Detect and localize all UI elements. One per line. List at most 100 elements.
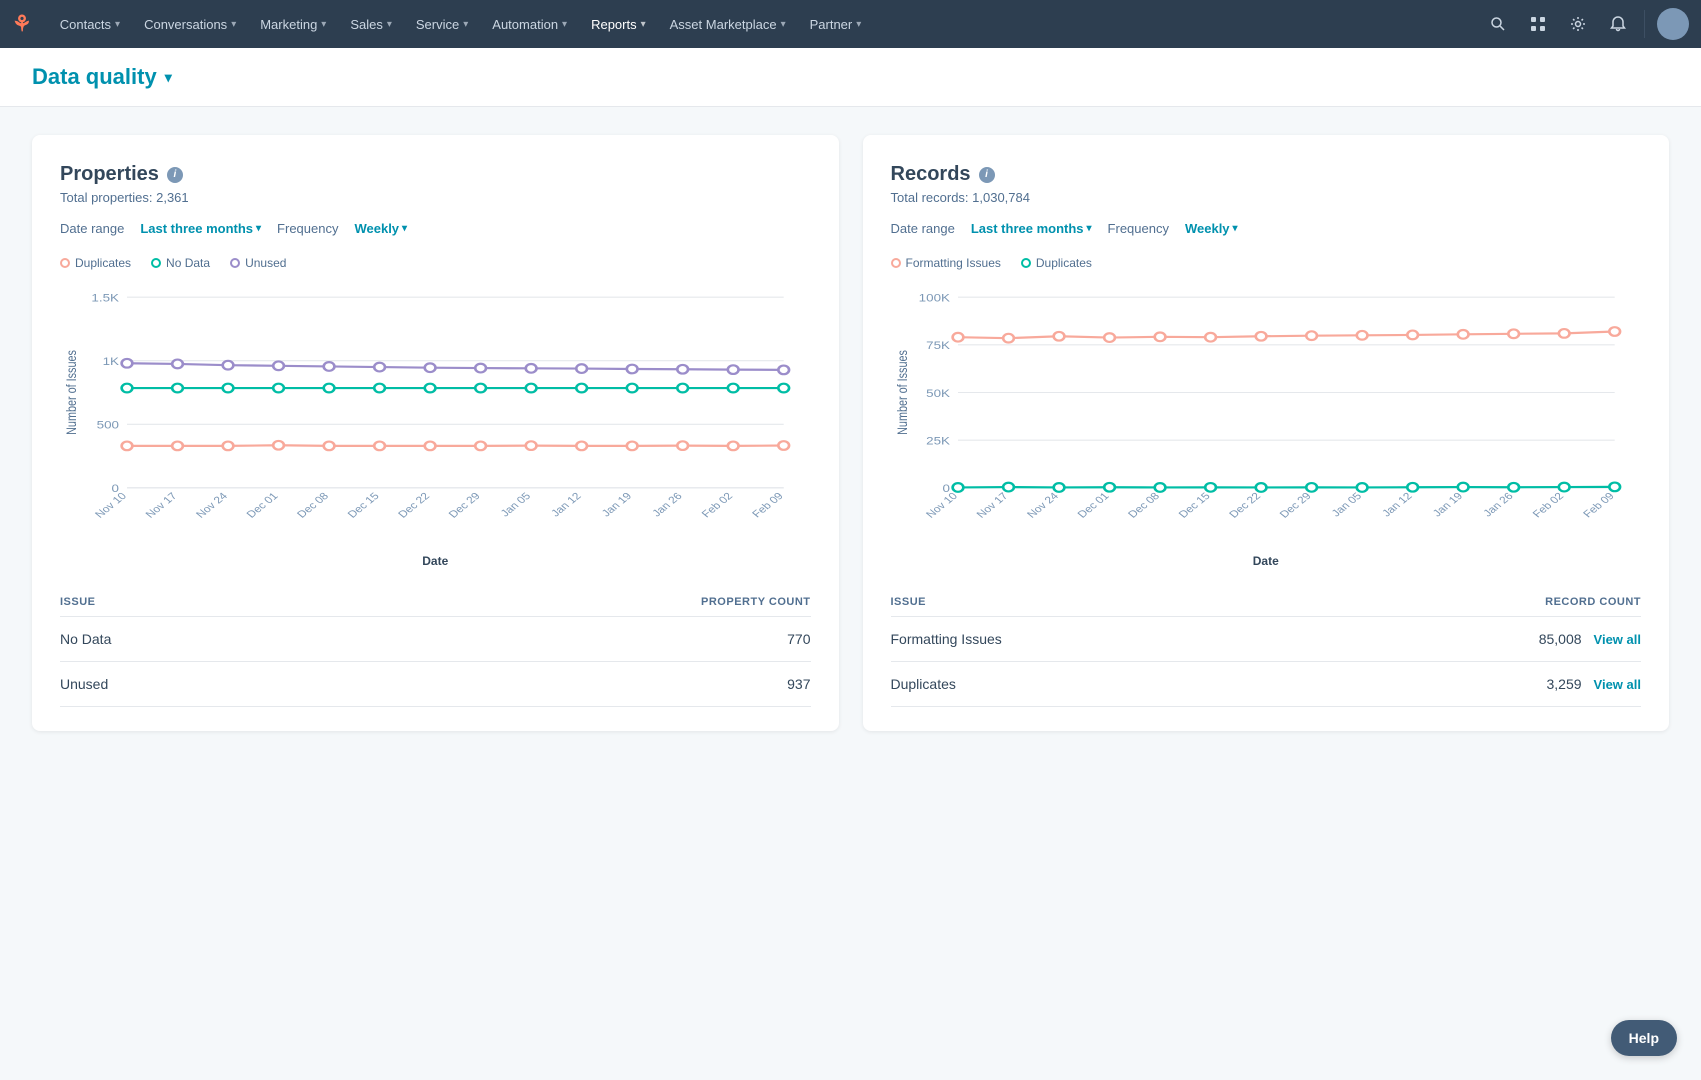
cards-row: Properties i Total properties: 2,361 Dat… [32,135,1669,731]
chevron-down-icon: ▾ [321,19,326,30]
chevron-down-icon: ▾ [387,19,392,30]
svg-text:Number of Issues: Number of Issues [64,350,79,435]
records-chart: 100K75K50K25K0Number of IssuesNov 10Nov … [891,282,1642,542]
records-chart-xlabel: Date [891,554,1642,568]
hubspot-logo[interactable]: ⚘ [12,11,32,37]
svg-text:Nov 17: Nov 17 [144,491,180,520]
table-row: Formatting Issues85,008View all [891,617,1642,662]
properties-frequency-dropdown[interactable]: Weekly ▾ [354,221,407,236]
legend-dot-rec-duplicates [1021,258,1031,268]
help-button[interactable]: Help [1611,1020,1677,1056]
grid-icon[interactable] [1520,6,1556,42]
avatar[interactable] [1657,8,1689,40]
properties-legend: Duplicates No Data Unused [60,256,811,270]
top-navigation: ⚘ Contacts ▾ Conversations ▾ Marketing ▾… [0,0,1701,48]
nav-partner[interactable]: Partner ▾ [798,0,874,48]
svg-text:1.5K: 1.5K [91,292,119,304]
svg-text:Jan 26: Jan 26 [650,491,685,519]
properties-title: Properties i [60,163,811,186]
legend-formatting: Formatting Issues [891,256,1001,270]
view-all-link[interactable]: View all [1582,677,1641,692]
svg-text:Dec 01: Dec 01 [245,491,281,520]
legend-dot-unused [230,258,240,268]
legend-dot-nodata [151,258,161,268]
properties-filters: Date range Last three months ▾ Frequency… [60,221,811,236]
svg-text:Jan 05: Jan 05 [1329,491,1364,519]
nav-contacts[interactable]: Contacts ▾ [48,0,132,48]
records-subtitle: Total records: 1,030,784 [891,190,1642,205]
svg-text:Feb 09: Feb 09 [1581,491,1617,520]
records-frequency-dropdown[interactable]: Weekly ▾ [1185,221,1238,236]
svg-text:Jan 05: Jan 05 [499,491,534,519]
legend-dot-formatting [891,258,901,268]
records-card: Records i Total records: 1,030,784 Date … [863,135,1670,731]
svg-text:Feb 02: Feb 02 [700,491,736,520]
svg-text:Nov 10: Nov 10 [93,491,129,520]
svg-text:Dec 08: Dec 08 [295,491,331,520]
svg-text:Nov 24: Nov 24 [194,491,230,520]
svg-text:50K: 50K [926,387,950,399]
chevron-down-icon: ▾ [231,19,236,30]
records-filters: Date range Last three months ▾ Frequency… [891,221,1642,236]
svg-text:Feb 09: Feb 09 [750,491,786,520]
nav-service[interactable]: Service ▾ [404,0,480,48]
page-title[interactable]: Data quality ▾ [32,64,1669,90]
table-row: No Data770 [60,617,811,662]
nav-divider [1644,10,1645,38]
svg-text:500: 500 [97,419,120,431]
svg-text:Nov 24: Nov 24 [1025,491,1061,520]
search-icon[interactable] [1480,6,1516,42]
nav-sales[interactable]: Sales ▾ [338,0,404,48]
svg-text:Jan 19: Jan 19 [600,491,635,519]
svg-text:Dec 22: Dec 22 [1227,491,1263,520]
properties-subtitle: Total properties: 2,361 [60,190,811,205]
records-title: Records i [891,163,1642,186]
records-issue-table: ISSUE RECORD COUNT Formatting Issues85,0… [891,588,1642,707]
svg-text:Dec 29: Dec 29 [447,491,483,520]
svg-text:Nov 10: Nov 10 [924,491,960,520]
nav-conversations[interactable]: Conversations ▾ [132,0,248,48]
chevron-down-icon: ▾ [781,19,786,30]
svg-text:Dec 01: Dec 01 [1075,491,1111,520]
chevron-down-icon: ▾ [1233,223,1238,234]
legend-duplicates: Duplicates [60,256,131,270]
properties-issue-table: ISSUE PROPERTY COUNT No Data770Unused937 [60,588,811,707]
legend-unused: Unused [230,256,286,270]
legend-dot-duplicates [60,258,70,268]
notifications-icon[interactable] [1600,6,1636,42]
svg-text:Jan 12: Jan 12 [549,491,584,519]
chevron-down-icon: ▾ [115,19,120,30]
records-date-range-dropdown[interactable]: Last three months ▾ [971,221,1092,236]
chevron-down-icon: ▾ [463,19,468,30]
svg-text:1K: 1K [103,355,119,367]
svg-text:Jan 26: Jan 26 [1481,491,1516,519]
svg-text:Feb 02: Feb 02 [1530,491,1566,520]
view-all-link[interactable]: View all [1582,632,1641,647]
svg-text:100K: 100K [918,292,949,304]
svg-text:Dec 22: Dec 22 [396,491,432,520]
svg-text:Jan 19: Jan 19 [1430,491,1465,519]
chevron-down-icon: ▾ [256,223,261,234]
table-row: Duplicates3,259View all [891,662,1642,707]
svg-text:Number of Issues: Number of Issues [894,350,909,435]
records-info-icon[interactable]: i [979,167,995,183]
svg-text:Dec 08: Dec 08 [1126,491,1162,520]
nav-items: Contacts ▾ Conversations ▾ Marketing ▾ S… [48,0,1480,48]
svg-text:75K: 75K [926,339,950,351]
properties-date-range-dropdown[interactable]: Last three months ▾ [140,221,261,236]
nav-asset-marketplace[interactable]: Asset Marketplace ▾ [658,0,798,48]
page-title-dropdown-icon: ▾ [165,69,172,86]
nav-automation[interactable]: Automation ▾ [480,0,579,48]
svg-text:Nov 17: Nov 17 [974,491,1010,520]
chevron-down-icon: ▾ [562,19,567,30]
svg-text:Jan 12: Jan 12 [1380,491,1415,519]
properties-info-icon[interactable]: i [167,167,183,183]
nav-reports[interactable]: Reports ▾ [579,0,658,48]
nav-right-actions [1480,6,1689,42]
legend-rec-duplicates: Duplicates [1021,256,1092,270]
nav-marketing[interactable]: Marketing ▾ [248,0,338,48]
settings-icon[interactable] [1560,6,1596,42]
chevron-down-icon: ▾ [641,19,646,30]
svg-text:25K: 25K [926,435,950,447]
chevron-down-icon: ▾ [856,19,861,30]
